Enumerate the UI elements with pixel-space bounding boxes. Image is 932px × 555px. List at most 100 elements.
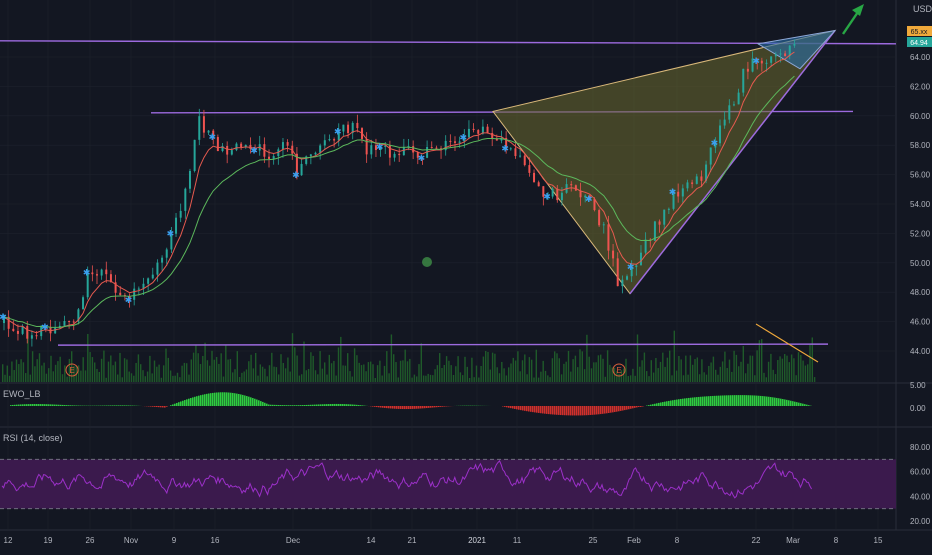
ewo-bar	[406, 406, 408, 409]
ewo-bar	[158, 406, 160, 407]
volume-bar	[807, 364, 808, 382]
volume-bar	[9, 376, 10, 382]
volume-bar	[515, 361, 516, 382]
volume-bar	[234, 369, 235, 382]
volume-bar	[30, 375, 31, 382]
volume-bar	[53, 371, 54, 382]
x-tick-label: 25	[589, 536, 598, 545]
candle-body	[770, 56, 772, 62]
ewo-bar	[612, 406, 614, 412]
signal-marker: ✱	[334, 127, 342, 137]
rsi-indicator-label[interactable]: RSI (14, close)	[3, 433, 63, 443]
ewo-bar	[674, 400, 676, 406]
volume-bar	[777, 360, 778, 382]
candle-body	[663, 210, 665, 225]
harmonic-pattern	[493, 31, 835, 294]
ewo-bar	[654, 404, 656, 406]
volume-bar	[248, 361, 249, 382]
volume-bar	[37, 359, 38, 382]
volume-bar	[34, 366, 35, 382]
volume-bar	[467, 367, 468, 382]
volume-bar	[759, 340, 760, 382]
ewo-bar	[728, 395, 730, 406]
volume-bar	[377, 365, 378, 382]
ewo-bar	[318, 404, 320, 406]
volume-bar	[365, 371, 366, 382]
volume-bar	[779, 356, 780, 382]
ewo-bar	[38, 404, 40, 406]
ewo-bar	[688, 398, 690, 406]
ewo-bar	[50, 404, 52, 406]
ewo-bar	[198, 396, 200, 406]
ewo-bar	[550, 406, 552, 414]
volume-bar	[660, 362, 661, 382]
volume-bar	[386, 351, 387, 382]
ewo-bar	[174, 404, 176, 406]
candle-body	[612, 251, 614, 259]
chart-canvas[interactable]: 64.0062.0060.0058.0056.0054.0052.0050.00…	[0, 0, 932, 550]
ewo-bar	[372, 406, 374, 407]
ewo-bar	[212, 393, 214, 406]
volume-bar	[218, 364, 219, 382]
volume-bar	[545, 371, 546, 382]
volume-bar	[177, 373, 178, 382]
ewo-bar	[802, 404, 804, 406]
candle-body	[487, 127, 489, 133]
candle-body	[742, 69, 744, 93]
volume-bar	[126, 360, 127, 382]
volume-bar	[405, 350, 406, 382]
ewo-bar	[404, 406, 406, 409]
volume-bar	[421, 343, 422, 382]
ewo-bar	[20, 404, 22, 406]
ewo-bar	[586, 406, 588, 415]
candle-body	[324, 140, 326, 145]
ewo-bar	[746, 395, 748, 406]
candle-body	[68, 321, 70, 322]
ewo-bar	[302, 405, 304, 406]
volume-bar	[664, 367, 665, 382]
ewo-bar	[64, 405, 66, 406]
volume-bar	[430, 375, 431, 382]
ewo-bar	[588, 406, 590, 415]
ewo-bar	[54, 405, 56, 406]
volume-bar	[255, 353, 256, 382]
volume-bar	[207, 360, 208, 382]
ewo-bar	[750, 395, 752, 406]
ewo-bar	[324, 404, 326, 406]
ewo-bar	[290, 405, 292, 406]
signal-marker: ✱	[0, 312, 7, 322]
ewo-bar	[714, 396, 716, 406]
volume-bar	[416, 376, 417, 382]
signal-marker: ✱	[627, 262, 635, 272]
ewo-indicator-label[interactable]: EWO_LB	[3, 389, 41, 399]
x-tick-label: 26	[86, 536, 95, 545]
volume-bar	[483, 357, 484, 382]
candle-body	[747, 69, 749, 72]
volume-bar	[186, 363, 187, 382]
ewo-bar	[278, 405, 280, 406]
volume-bar	[572, 359, 573, 382]
candle-body	[607, 224, 609, 250]
ewo-bar	[438, 406, 440, 407]
candle-body	[119, 293, 121, 295]
ewo-bar	[292, 405, 294, 406]
ewo-bar	[354, 405, 356, 406]
candle-body	[194, 140, 196, 171]
volume-bar	[671, 375, 672, 382]
volume-bar	[464, 357, 465, 382]
ewo-bar	[382, 406, 384, 408]
ewo-bar	[540, 406, 542, 413]
volume-bar	[296, 356, 297, 382]
volume-bar	[448, 361, 449, 382]
volume-bar	[658, 368, 659, 382]
ewo-bar	[380, 406, 382, 408]
ewo-bar	[758, 396, 760, 406]
ewo-bar	[424, 406, 426, 408]
volume-bar	[814, 377, 815, 382]
volume-bar	[106, 378, 107, 382]
ewo-bar	[798, 403, 800, 406]
volume-bar	[600, 355, 601, 382]
ewo-bar	[780, 399, 782, 406]
ewo-bar	[248, 397, 250, 406]
volume-bar	[559, 358, 560, 382]
